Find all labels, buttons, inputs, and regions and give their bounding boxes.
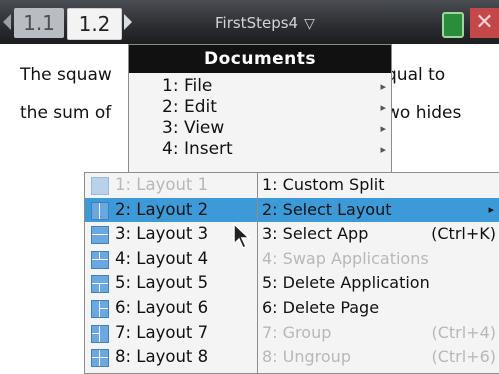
tab-page-1-1[interactable]: 1.1 <box>14 8 64 38</box>
menu-item-file[interactable]: 1: File ▸ <box>129 76 391 97</box>
menu-item-label: 2: Layout 2 <box>115 199 209 219</box>
chevron-down-icon: ▽ <box>304 16 315 32</box>
menu-item-group: 7: Group (Ctrl+4) <box>256 321 499 346</box>
menu-item-delete-application[interactable]: 5: Delete Application <box>256 271 499 296</box>
document-title[interactable]: FirstSteps4 ▽ <box>215 10 315 37</box>
menu-item-label: 3: Layout 3 <box>115 224 209 244</box>
layout-4-icon <box>91 250 109 269</box>
menu-item-label: 3: Select App <box>262 224 369 244</box>
close-icon[interactable]: ✕ <box>470 8 499 38</box>
menu-item-label: 5: Delete Application <box>262 273 430 293</box>
battery-icon <box>442 12 464 38</box>
menu-item-label: 5: Layout 5 <box>115 273 209 293</box>
menu-item-label: 4: Insert <box>162 139 233 159</box>
menu-item-layout-6[interactable]: 6: Layout 6 <box>85 296 257 321</box>
layout-submenu: 1: Layout 1 2: Layout 2 3: Layout 3 4: L… <box>84 172 258 374</box>
submenu-arrow-icon: ▸ <box>380 122 386 135</box>
menu-item-select-layout[interactable]: 2: Select Layout ▸ <box>256 197 499 223</box>
menu-item-custom-split[interactable]: 1: Custom Split <box>256 173 499 198</box>
layout-2-icon <box>91 201 109 220</box>
menu-item-label: 3: View <box>162 118 225 138</box>
top-bar: 1.1 1.2 FirstSteps4 ▽ ✕ <box>0 0 499 44</box>
menu-item-label: 7: Layout 7 <box>115 322 209 342</box>
submenu-arrow-icon: ▸ <box>380 143 386 156</box>
menu-item-layout-8[interactable]: 8: Layout 8 <box>85 345 257 370</box>
scroll-left-arrow-icon[interactable] <box>3 14 11 30</box>
menu-item-label: 6: Delete Page <box>262 297 380 317</box>
document-text-line2-start: the sum of <box>20 103 112 123</box>
menu-item-label: 8: Ungroup <box>262 347 351 367</box>
menu-item-delete-page[interactable]: 6: Delete Page <box>256 296 499 321</box>
document-title-label: FirstSteps4 <box>215 14 299 32</box>
shortcut-label: (Ctrl+4) <box>431 322 496 342</box>
documents-menu-title: Documents <box>129 45 391 73</box>
layout-1-icon <box>91 177 109 195</box>
menu-item-edit[interactable]: 2: Edit ▸ <box>129 97 391 118</box>
menu-item-insert[interactable]: 4: Insert ▸ <box>129 139 391 160</box>
menu-item-ungroup: 8: Ungroup (Ctrl+6) <box>256 345 499 370</box>
scroll-right-arrow-icon[interactable] <box>124 14 132 30</box>
document-text-line1-end: qual to <box>386 65 446 85</box>
menu-item-swap-applications: 4: Swap Applications <box>256 247 499 272</box>
mouse-pointer-icon <box>233 222 251 250</box>
submenu-arrow-icon: ▸ <box>488 202 494 216</box>
document-text-line2-end: wo hides <box>386 103 462 123</box>
layout-6-icon <box>91 299 109 318</box>
menu-item-label: 1: Layout 1 <box>115 175 209 194</box>
menu-item-label: 4: Swap Applications <box>262 248 429 268</box>
menu-item-label: 1: File <box>162 76 213 96</box>
menu-item-label: 7: Group <box>262 322 332 342</box>
documents-menu: Documents 1: File ▸ 2: Edit ▸ 3: View ▸ 4: … <box>128 44 392 178</box>
menu-item-label: 2: Edit <box>162 97 217 117</box>
document-text-line1-start: The squaw <box>20 65 112 85</box>
menu-item-layout-1: 1: Layout 1 <box>85 173 257 198</box>
layout-5-icon <box>91 275 109 294</box>
menu-item-layout-4[interactable]: 4: Layout 4 <box>85 247 257 272</box>
menu-item-layout-2[interactable]: 2: Layout 2 <box>85 197 257 223</box>
layout-7-icon <box>91 324 109 343</box>
layout-3-icon <box>91 226 109 245</box>
menu-item-view[interactable]: 3: View ▸ <box>129 118 391 139</box>
menu-item-layout-7[interactable]: 7: Layout 7 <box>85 321 257 346</box>
page-layout-menu: 1: Custom Split 2: Select Layout ▸ 3: Sel… <box>255 172 499 374</box>
menu-item-label: 6: Layout 6 <box>115 297 209 317</box>
tab-page-1-2[interactable]: 1.2 <box>67 8 122 40</box>
menu-item-label: 4: Layout 4 <box>115 248 209 268</box>
shortcut-label: (Ctrl+6) <box>431 347 496 367</box>
menu-item-select-app[interactable]: 3: Select App (Ctrl+K) <box>256 222 499 247</box>
submenu-arrow-icon: ▸ <box>380 80 386 93</box>
shortcut-label: (Ctrl+K) <box>431 224 496 244</box>
menu-item-label: 2: Select Layout <box>262 199 392 219</box>
menu-item-label: 8: Layout 8 <box>115 347 209 367</box>
menu-item-label: 1: Custom Split <box>262 175 385 194</box>
layout-8-icon <box>91 349 109 368</box>
menu-item-layout-5[interactable]: 5: Layout 5 <box>85 271 257 296</box>
submenu-arrow-icon: ▸ <box>380 101 386 114</box>
